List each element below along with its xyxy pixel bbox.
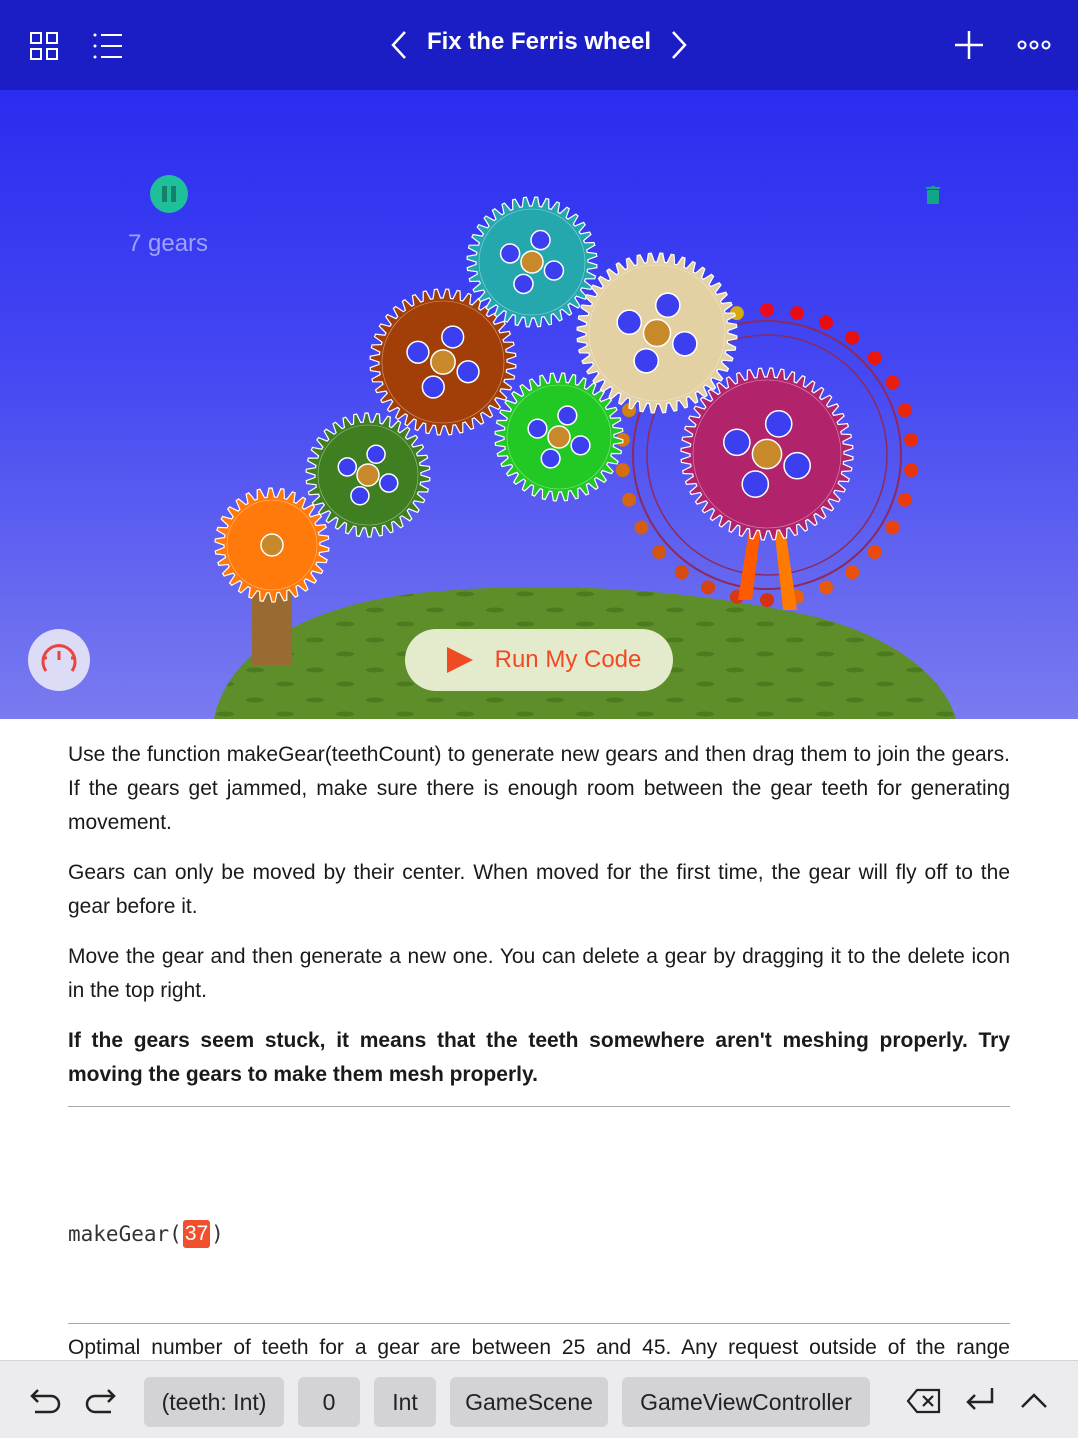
- gear: [305, 412, 431, 538]
- ferris-cabin: [867, 350, 882, 365]
- ferris-cabin: [760, 593, 774, 607]
- ferris-cabin: [674, 565, 689, 580]
- gear: [214, 487, 330, 603]
- run-my-code-button[interactable]: Run My Code: [405, 629, 673, 691]
- chevron-up-icon[interactable]: [1016, 1383, 1052, 1419]
- shortcut-chip[interactable]: 0: [298, 1377, 360, 1427]
- chevron-right-icon[interactable]: [666, 28, 692, 62]
- ferris-cabin: [760, 303, 774, 317]
- more-icon[interactable]: [1016, 34, 1052, 56]
- redo-icon[interactable]: [82, 1383, 118, 1419]
- page-title: Fix the Ferris wheel: [426, 28, 652, 55]
- speedometer-button[interactable]: [28, 629, 90, 691]
- return-icon[interactable]: [962, 1383, 998, 1419]
- ferris-cabin: [885, 520, 900, 535]
- ferris-cabin: [615, 463, 630, 478]
- run-button-label: Run My Code: [494, 646, 642, 673]
- ferris-cabin: [867, 545, 882, 560]
- shortcut-chip[interactable]: GameViewController: [622, 1377, 870, 1427]
- shortcut-chip[interactable]: Int: [374, 1377, 436, 1427]
- gear: [369, 288, 517, 436]
- plus-icon[interactable]: [952, 28, 986, 62]
- ferris-cabin: [897, 403, 912, 418]
- ferris-cabin: [652, 545, 667, 560]
- ferris-cabin: [904, 463, 919, 478]
- ferris-cabin: [904, 432, 919, 447]
- pause-button[interactable]: [150, 175, 188, 213]
- shortcut-chip[interactable]: GameScene: [450, 1377, 608, 1427]
- paragraph: Gears can only be moved by their center.…: [68, 861, 1010, 918]
- game-scene[interactable]: 7 gears Run My Code: [0, 90, 1078, 719]
- shortcut-chip[interactable]: (teeth: Int): [144, 1377, 284, 1427]
- shortcut-bar: (teeth: Int) 0 Int GameScene GameViewCon…: [0, 1360, 1078, 1438]
- divider: [68, 1106, 1010, 1107]
- code-paren: ): [211, 1222, 224, 1246]
- divider: [68, 1323, 1010, 1324]
- bold-paragraph: If the gears seem stuck, it means that t…: [68, 1029, 1010, 1086]
- code-argument-token[interactable]: 37: [182, 1220, 211, 1248]
- paragraph: Move the gear and then generate a new on…: [68, 945, 1010, 1002]
- gear: [494, 372, 624, 502]
- ferris-cabin: [622, 492, 637, 507]
- navigation-bar: Fix the Ferris wheel: [0, 0, 1078, 90]
- gear: [576, 252, 738, 414]
- ferris-cabin: [818, 315, 833, 330]
- ferris-cabin: [897, 492, 912, 507]
- instructions: Use the function makeGear(teethCount) to…: [68, 738, 1010, 1108]
- ferris-cabin: [634, 520, 649, 535]
- play-icon: [446, 647, 473, 673]
- ferris-cabin: [790, 306, 805, 321]
- gear-count-label: 7 gears: [128, 230, 209, 257]
- trash-icon[interactable]: [926, 186, 940, 209]
- speedometer-icon: [41, 644, 77, 672]
- delete-backward-icon[interactable]: [904, 1383, 944, 1419]
- ferris-cabin: [885, 375, 900, 390]
- ferris-cabin: [845, 565, 860, 580]
- ferris-cabin: [818, 580, 833, 595]
- code-paren: (: [169, 1222, 182, 1246]
- ferris-cabin: [845, 330, 860, 345]
- code-line[interactable]: makeGear ( 37 ): [68, 1220, 224, 1248]
- undo-icon[interactable]: [28, 1383, 64, 1419]
- code-function[interactable]: makeGear: [68, 1222, 169, 1246]
- ferris-cabin: [701, 580, 716, 595]
- paragraph: Optimal number of teeth for a gear are b…: [68, 1336, 1010, 1359]
- gear: [466, 196, 598, 328]
- paragraph: Use the function makeGear(teethCount) to…: [68, 743, 1010, 834]
